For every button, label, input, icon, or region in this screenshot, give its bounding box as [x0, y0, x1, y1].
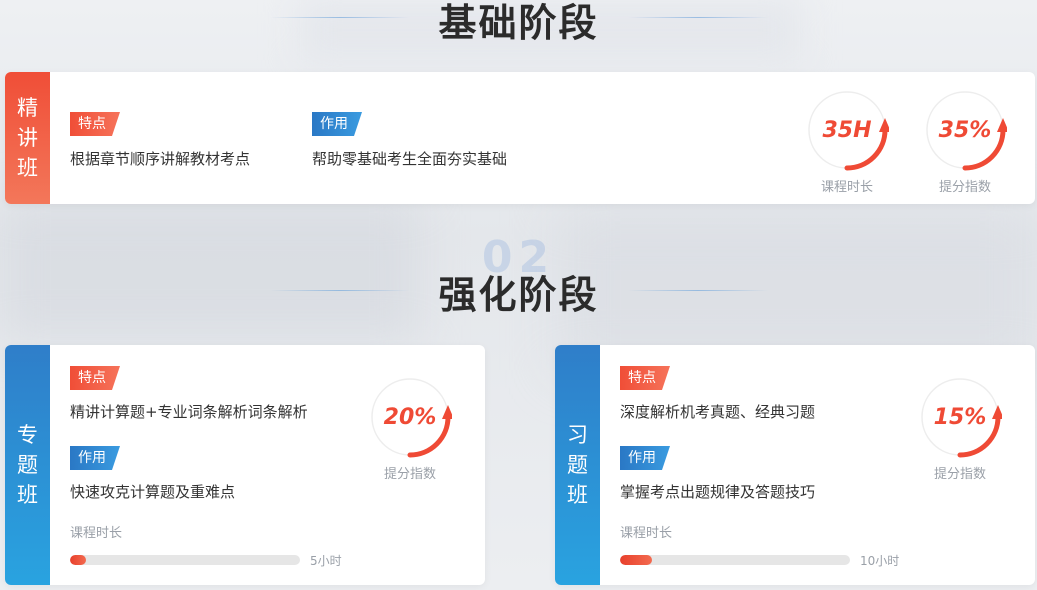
- duration-ring: 35H: [805, 88, 889, 172]
- side-char: 题: [17, 453, 38, 477]
- section-title-advanced: 强化阶段: [438, 273, 599, 317]
- duration-progress-fill: [620, 555, 653, 565]
- score-ring: 20%: [368, 375, 452, 459]
- effect-tag: 作用: [312, 112, 362, 136]
- course-card-jingjiang: 精 讲 班 特点 根据章节顺序讲解教材考点 作用 帮助零基础考生全面夯实基础 3…: [5, 72, 1035, 204]
- duration-value: 35H: [822, 117, 872, 143]
- feature-tag: 特点: [70, 112, 120, 136]
- effect-text: 掌握考点出题规律及答题技巧: [620, 483, 816, 501]
- side-char: 班: [567, 483, 588, 507]
- feature-tag: 特点: [70, 366, 120, 390]
- score-value: 20%: [383, 404, 437, 430]
- score-value: 15%: [933, 404, 987, 430]
- feature-tag: 特点: [620, 366, 670, 390]
- card-side-label: 精 讲 班: [5, 72, 50, 204]
- effect-text: 帮助零基础考生全面夯实基础: [312, 150, 508, 168]
- side-char: 专: [17, 423, 38, 447]
- side-char: 讲: [17, 126, 38, 150]
- score-ring: 35%: [923, 88, 1007, 172]
- score-value: 35%: [938, 117, 992, 143]
- side-char: 习: [567, 423, 588, 447]
- side-char: 题: [567, 453, 588, 477]
- score-ring: 15%: [918, 375, 1002, 459]
- duration-value: 5小时: [310, 554, 342, 568]
- effect-tag: 作用: [70, 446, 120, 470]
- course-card-xiti: 习 题 班 特点 深度解析机考真题、经典习题 作用 掌握考点出题规律及答题技巧 …: [555, 345, 1035, 585]
- duration-label: 课程时长: [70, 526, 123, 541]
- duration-progress-bar: [70, 555, 300, 565]
- duration-progress-fill: [70, 555, 87, 565]
- score-label: 提分指数: [383, 467, 436, 482]
- score-label: 提分指数: [938, 180, 991, 195]
- effect-text: 快速攻克计算题及重难点: [70, 483, 236, 501]
- side-char: 班: [17, 156, 38, 180]
- feature-text: 深度解析机考真题、经典习题: [620, 403, 816, 421]
- side-char: 班: [17, 483, 38, 507]
- duration-value: 10小时: [860, 554, 900, 568]
- section-title-basic: 基础阶段: [438, 1, 599, 45]
- duration-progress-bar: [620, 555, 850, 565]
- feature-text: 精讲计算题+专业词条解析词条解析: [70, 403, 308, 421]
- card-side-label: 习 题 班: [555, 345, 600, 585]
- side-char: 精: [17, 96, 38, 120]
- duration-label: 课程时长: [620, 526, 673, 541]
- course-card-zhuanti: 专 题 班 特点 精讲计算题+专业词条解析词条解析 作用 快速攻克计算题及重难点…: [5, 345, 485, 585]
- duration-label: 课程时长: [820, 180, 873, 195]
- effect-tag: 作用: [620, 446, 670, 470]
- card-side-label: 专 题 班: [5, 345, 50, 585]
- score-label: 提分指数: [933, 467, 986, 482]
- feature-text: 根据章节顺序讲解教材考点: [70, 150, 251, 168]
